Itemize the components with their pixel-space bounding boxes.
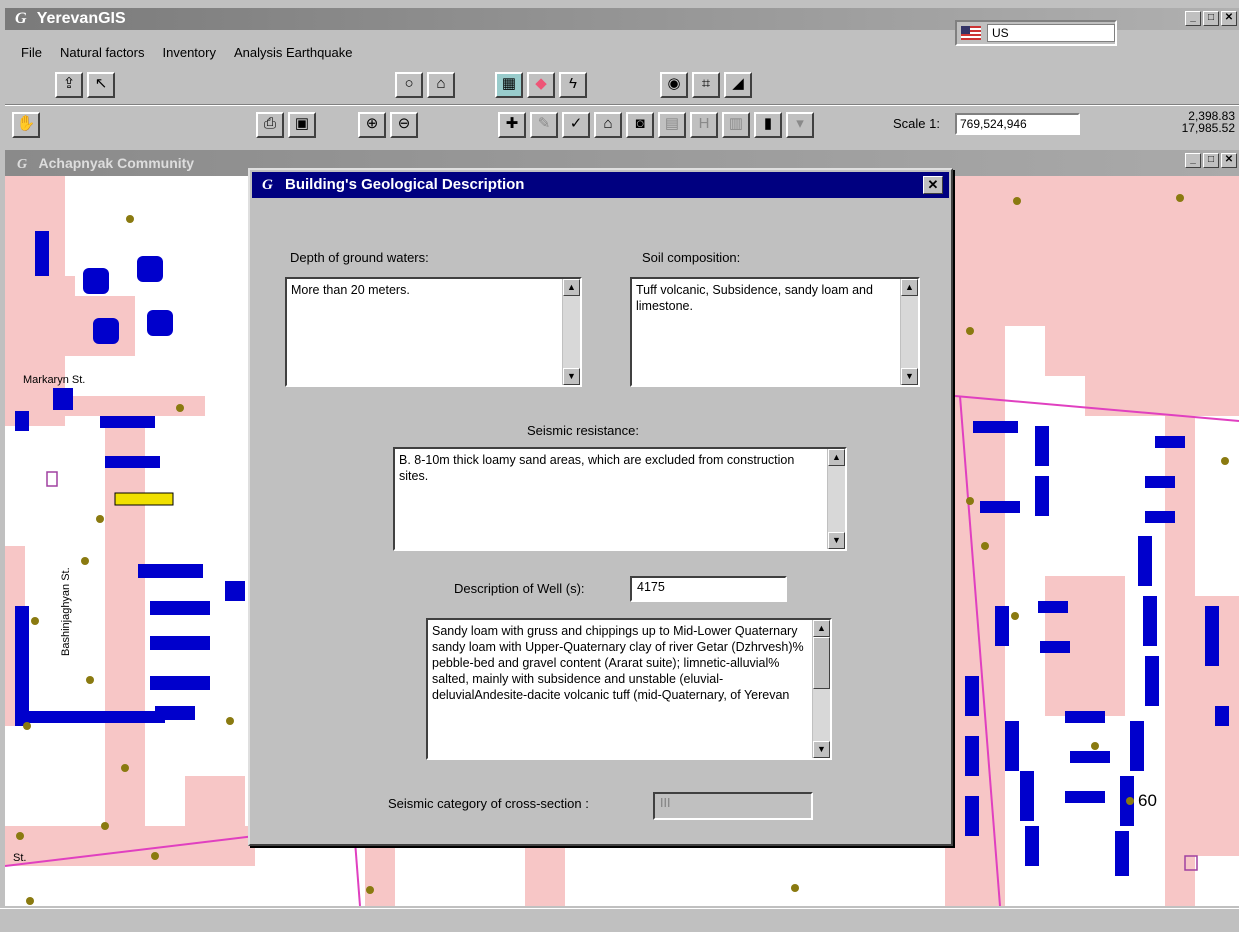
coordinates-readout: 2,398.83 17,985.52: [1182, 110, 1235, 134]
map-close-button[interactable]: ✕: [1221, 153, 1237, 168]
seismic-scrollbar[interactable]: ▲ ▼: [827, 449, 845, 549]
street-label-st: St.: [13, 852, 27, 864]
terrain-icon[interactable]: ◢: [724, 72, 752, 98]
pan-hand-icon[interactable]: ✋: [12, 112, 40, 138]
scroll-up-icon[interactable]: ▲: [828, 449, 845, 466]
table-icon[interactable]: ▤: [658, 112, 686, 138]
seismic-resistance-value: B. 8-10m thick loamy sand areas, which a…: [399, 453, 795, 483]
print-icon[interactable]: ⎙: [256, 112, 284, 138]
well-scrollbar[interactable]: ▲ ▼: [812, 620, 830, 758]
scale-label: Scale 1:: [893, 116, 940, 131]
stack-icon[interactable]: ▮: [754, 112, 782, 138]
select-pointer-button[interactable]: ↖: [87, 72, 115, 98]
scroll-up-icon[interactable]: ▲: [563, 279, 580, 296]
minimize-button[interactable]: _: [1185, 11, 1201, 26]
zoom-out-icon[interactable]: ⊖: [390, 112, 418, 138]
menu-inventory[interactable]: Inventory: [163, 42, 216, 64]
dialog-close-button[interactable]: ✕: [923, 176, 943, 194]
us-flag-icon: [961, 26, 981, 40]
scroll-up-icon[interactable]: ▲: [901, 279, 918, 296]
scroll-down-icon[interactable]: ▼: [563, 368, 580, 385]
scale-input[interactable]: 769,524,946: [955, 113, 1080, 135]
soil-scrollbar[interactable]: ▲ ▼: [900, 279, 918, 385]
language-value[interactable]: US: [987, 24, 1115, 42]
scroll-up-icon[interactable]: ▲: [813, 620, 830, 637]
language-selector[interactable]: US: [955, 20, 1117, 46]
grid-icon[interactable]: ⌗: [692, 72, 720, 98]
building-icon[interactable]: ⌂: [427, 72, 455, 98]
scroll-down-icon[interactable]: ▼: [813, 741, 830, 758]
street-label-bashinjaghyan: Bashinjaghyan St.: [60, 567, 72, 656]
menu-bar: File Natural factors Inventory Analysis …: [5, 42, 353, 64]
check-icon[interactable]: ✓: [562, 112, 590, 138]
soil-label: Soil composition:: [642, 250, 741, 265]
depth-scrollbar[interactable]: ▲ ▼: [562, 279, 580, 385]
well-label: Description of Well (s):: [454, 581, 585, 596]
app-title: YerevanGIS: [36, 10, 126, 27]
depth-textarea[interactable]: More than 20 meters. ▲ ▼: [285, 277, 582, 387]
map-maximize-button[interactable]: □: [1203, 153, 1219, 168]
dropdown-icon[interactable]: ▾: [786, 112, 814, 138]
bar-chart-icon[interactable]: ▥: [722, 112, 750, 138]
open-file-button[interactable]: ⇪: [55, 72, 83, 98]
close-app-button[interactable]: ✕: [1221, 11, 1237, 26]
scroll-thumb[interactable]: [813, 637, 830, 689]
add-object-icon[interactable]: ✚: [498, 112, 526, 138]
status-bar: [0, 908, 1239, 932]
seismic-resistance-textarea[interactable]: B. 8-10m thick loamy sand areas, which a…: [393, 447, 847, 551]
circle-select-icon[interactable]: ○: [395, 72, 423, 98]
map-window-title: Achapnyak Community: [38, 155, 195, 171]
scroll-down-icon[interactable]: ▼: [828, 532, 845, 549]
menu-analysis-earthquake[interactable]: Analysis Earthquake: [234, 42, 353, 64]
seismic-category-label: Seismic category of cross-section :: [388, 796, 589, 811]
home-icon[interactable]: ⌂: [594, 112, 622, 138]
well-number-input[interactable]: 4175: [630, 576, 787, 602]
menu-natural-factors[interactable]: Natural factors: [60, 42, 145, 64]
seismic-resistance-label: Seismic resistance:: [527, 423, 639, 438]
globe-icon[interactable]: ◉: [660, 72, 688, 98]
map-label-60: 60: [1138, 791, 1157, 810]
toolbar-divider: [5, 104, 1239, 106]
menu-file[interactable]: File: [21, 42, 42, 64]
well-description-textarea[interactable]: Sandy loam with gruss and chippings up t…: [426, 618, 832, 760]
map-minimize-button[interactable]: _: [1185, 153, 1201, 168]
depth-label: Depth of ground waters:: [290, 250, 429, 265]
dialog-logo-icon: G: [262, 177, 273, 193]
maximize-button[interactable]: □: [1203, 11, 1219, 26]
zoom-in-icon[interactable]: ⊕: [358, 112, 386, 138]
map-logo-icon: G: [17, 157, 28, 172]
soil-value: Tuff volcanic, Subsidence, sandy loam an…: [636, 283, 873, 313]
earthquake-icon[interactable]: ϟ: [559, 72, 587, 98]
save-icon[interactable]: ▣: [288, 112, 316, 138]
app-logo-icon: G: [15, 10, 27, 27]
layers-icon[interactable]: ◙: [626, 112, 654, 138]
map-layer-icon[interactable]: ▦: [495, 72, 523, 98]
coord-y: 17,985.52: [1181, 121, 1235, 135]
depth-value: More than 20 meters.: [291, 283, 410, 297]
point-layer-icon[interactable]: ◆: [527, 72, 555, 98]
edit-object-icon[interactable]: ✎: [530, 112, 558, 138]
street-label-markaryan: Markaryn St.: [23, 374, 86, 386]
selected-building-highlight[interactable]: [114, 492, 174, 506]
geological-description-dialog: G Building's Geological Description ✕ De…: [248, 168, 953, 846]
h-icon[interactable]: H: [690, 112, 718, 138]
dialog-title-bar: G Building's Geological Description ✕: [252, 172, 949, 198]
dialog-title: Building's Geological Description: [285, 176, 525, 193]
seismic-category-field[interactable]: III: [653, 792, 813, 820]
scroll-down-icon[interactable]: ▼: [901, 368, 918, 385]
well-description-value: Sandy loam with gruss and chippings up t…: [432, 624, 804, 702]
soil-textarea[interactable]: Tuff volcanic, Subsidence, sandy loam an…: [630, 277, 920, 387]
